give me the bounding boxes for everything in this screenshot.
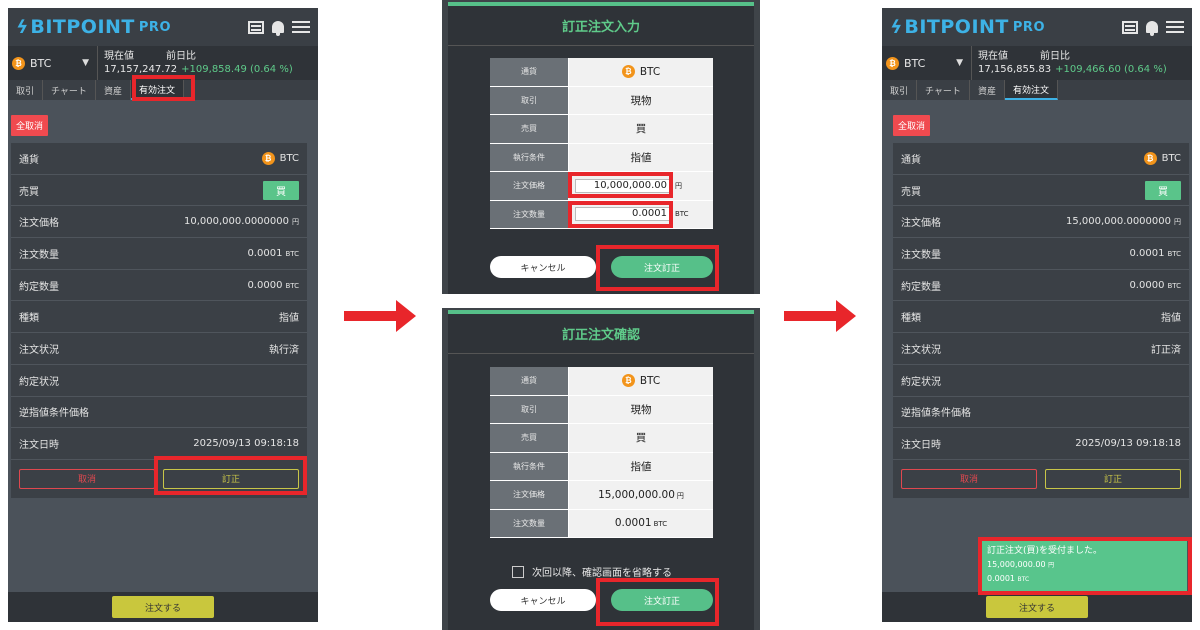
menu-icon[interactable]: [292, 21, 310, 33]
bitcoin-icon: ₿: [261, 151, 275, 165]
order-detail-panel: 通貨 ₿ BTC 売買買 注文価格 10,000,000.0000000 円 注文数量 0…: [11, 143, 307, 498]
modal-cancel-button[interactable]: キャンセル: [490, 589, 596, 611]
tab-assets[interactable]: 資産: [96, 80, 131, 100]
card-icon[interactable]: [1122, 20, 1138, 34]
modal-cancel-button[interactable]: キャンセル: [490, 256, 596, 278]
logo-pro: PRO: [1012, 19, 1045, 35]
current-price: 17,156,855.83: [978, 64, 1052, 75]
footer-bar: 注文する: [8, 592, 318, 622]
row-filled-qty: 約定数量 0.0000 BTC: [11, 270, 307, 302]
bell-icon[interactable]: [1146, 21, 1158, 36]
confirm-table: 通貨 ₿ BTC 取引 現物 売買買 執行条件 指値 注文価格 15,000,000.00…: [490, 367, 713, 538]
modal-title: 訂正注文確認: [448, 314, 754, 354]
highlight-confirm-submit: [596, 578, 719, 626]
row-order-qty: 注文数量 0.0001 BTC: [11, 238, 307, 270]
place-order-button[interactable]: 注文する: [112, 596, 214, 618]
logo-text: BITPOINT: [904, 16, 1009, 38]
row-order-price: 注文価格 15,000,000.0000000 円: [893, 206, 1189, 239]
app-header: ϟ BITPOINT PRO: [8, 8, 318, 46]
row-exec-status: 約定状況: [893, 365, 1189, 397]
row-exec-status: 約定状況: [11, 365, 307, 397]
price-change: +109,466.60 (0.64 %): [1055, 64, 1167, 75]
row-type: 種類 指値: [893, 301, 1189, 334]
row-order-time: 注文日時 2025/09/13 09:18:18: [893, 428, 1189, 460]
logo-pro: PRO: [138, 19, 171, 35]
row-filled-qty: 約定数量 0.0000 BTC: [893, 270, 1189, 302]
row-currency: 通貨 ₿ BTC: [11, 143, 307, 175]
tab-chart[interactable]: チャート: [917, 80, 970, 100]
menu-icon[interactable]: [1166, 21, 1184, 33]
cancel-order-button[interactable]: 取消: [901, 468, 1037, 489]
price-bar: ₿ BTC ▼ 現在値 前日比 17,156,855.83 +109,466.60 …: [882, 46, 1192, 80]
tab-chart[interactable]: チャート: [43, 80, 96, 100]
row-stop-price: 逆指値条件価格: [11, 397, 307, 429]
cancel-all-button[interactable]: 全取消: [11, 115, 49, 136]
bolt-icon: ϟ: [887, 16, 905, 38]
highlight-price-input: [568, 172, 673, 198]
edit-order-button[interactable]: 訂正: [1045, 468, 1181, 489]
modal-title: 訂正注文入力: [448, 6, 754, 46]
card-icon[interactable]: [248, 20, 264, 34]
currency-select[interactable]: ₿ BTC ▼: [8, 46, 98, 80]
buy-badge: 買: [1145, 180, 1181, 200]
tab-active-orders[interactable]: 有効注文: [1004, 80, 1058, 100]
row-currency: 通貨 ₿ BTC: [893, 143, 1189, 175]
buy-badge: 買: [263, 180, 299, 200]
arrow-right-icon: [344, 300, 416, 332]
tab-trade[interactable]: 取引: [8, 80, 44, 100]
place-order-button[interactable]: 注文する: [986, 596, 1088, 618]
logo-text: BITPOINT: [30, 16, 135, 38]
order-detail-panel: 通貨 ₿ BTC 売買買 注文価格 15,000,000.0000000 円 注文数量 0…: [893, 143, 1189, 498]
app-header: ϟ BITPOINT PRO: [882, 8, 1192, 46]
bell-icon[interactable]: [272, 21, 284, 36]
row-status: 注文状況 訂正済: [893, 333, 1189, 365]
cancel-order-button[interactable]: 取消: [19, 468, 155, 489]
skip-confirm-checkbox[interactable]: [512, 565, 524, 578]
highlight-active-orders-tab: [132, 75, 195, 101]
bitcoin-icon: ₿: [12, 56, 25, 70]
bitcoin-icon: ₿: [621, 65, 635, 79]
row-side: 売買買: [11, 175, 307, 207]
logo: ϟ BITPOINT PRO: [887, 16, 1045, 38]
bolt-icon: ϟ: [13, 16, 31, 38]
row-status: 注文状況 執行済: [11, 333, 307, 365]
highlight-modal-submit: [596, 245, 719, 291]
chevron-down-icon: ▼: [82, 58, 89, 68]
footer-bar: 注文する: [882, 592, 1192, 622]
bitcoin-icon: ₿: [886, 56, 899, 70]
tab-bar: 取引 チャート 資産 有効注文: [882, 80, 1192, 100]
bitcoin-icon: ₿: [621, 374, 635, 388]
bitcoin-icon: ₿: [1143, 151, 1157, 165]
highlight-edit-button: [154, 456, 307, 495]
row-order-price: 注文価格 10,000,000.0000000 円: [11, 206, 307, 239]
row-type: 種類 指値: [11, 301, 307, 334]
tab-trade[interactable]: 取引: [882, 80, 918, 100]
row-side: 売買買: [893, 175, 1189, 207]
cancel-all-button[interactable]: 全取消: [893, 115, 931, 136]
logo: ϟ BITPOINT PRO: [13, 16, 171, 38]
skip-confirm-option[interactable]: 次回以降、確認画面を省略する: [512, 564, 672, 579]
tab-assets[interactable]: 資産: [970, 80, 1005, 100]
price-change: +109,858.49 (0.64 %): [181, 64, 293, 75]
chevron-down-icon: ▼: [956, 58, 963, 68]
order-screen-after: ϟ BITPOINT PRO ₿ BTC ▼ 現在値 前日比 17,156,855…: [882, 8, 1192, 622]
row-order-qty: 注文数量 0.0001 BTC: [893, 238, 1189, 270]
highlight-toast: [978, 537, 1192, 595]
highlight-qty-input: [568, 201, 673, 228]
currency-select[interactable]: ₿ BTC ▼: [882, 46, 972, 80]
row-stop-price: 逆指値条件価格: [893, 397, 1189, 429]
arrow-right-icon: [784, 300, 856, 332]
